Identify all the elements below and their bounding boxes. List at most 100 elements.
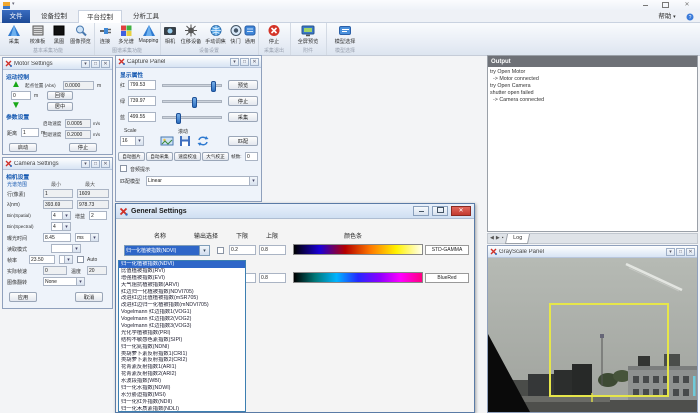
readmode-dropdown[interactable] (51, 244, 81, 253)
red-slider-thumb[interactable] (211, 81, 216, 92)
connect-button[interactable]: 连接 (95, 24, 115, 45)
combo-dropdown-arrow-icon[interactable]: ▾ (199, 246, 209, 255)
stop-button[interactable]: 停止 (263, 24, 285, 45)
list-item[interactable]: Vogelmann 红边指数3(VOG3) (119, 323, 245, 330)
bin-spectral-dropdown[interactable]: 4 (51, 222, 71, 231)
green-band-input[interactable]: 739.97 (128, 96, 156, 106)
output-log[interactable]: try Open Motor -> Motor connected try Op… (490, 69, 695, 229)
camera-apply-button[interactable]: 应用 (9, 292, 37, 302)
green-slider-thumb[interactable] (192, 97, 197, 108)
list-item[interactable]: Vogelmann 红边指数2(VOG2) (119, 316, 245, 323)
upper-limit-input-row1[interactable]: 0.8 (259, 245, 286, 255)
list-item[interactable]: 类胡萝卜素反射指数2(CRI2) (119, 357, 245, 364)
panel-menu-button[interactable] (230, 58, 239, 66)
gain-input[interactable]: 2 (89, 211, 107, 220)
refresh-icon[interactable] (196, 135, 210, 147)
auto-image-button[interactable]: 自动图片 (118, 152, 145, 161)
panel-close-button[interactable] (686, 248, 695, 256)
bin-spatial-dropdown[interactable]: 4 (51, 211, 71, 220)
model-select-button[interactable]: 模型选择 (330, 24, 360, 45)
return-speed-value[interactable]: 0.2000 (65, 130, 91, 139)
tab-file[interactable]: 文件 (2, 10, 30, 23)
panel-pin-button[interactable] (91, 160, 100, 168)
output-checkbox-row1[interactable] (217, 247, 224, 254)
list-item[interactable]: 比值植被指数(RVI) (119, 268, 245, 275)
list-item[interactable]: 改进红边比值植被指数(mSR705) (119, 295, 245, 302)
list-item[interactable]: 归一化水指数(NDWI) (119, 385, 245, 392)
list-item[interactable]: 水分胁迫指数(MSI) (119, 392, 245, 399)
general-device-button[interactable]: 通用 (243, 24, 257, 45)
capture-stop-button[interactable]: 停止 (228, 96, 258, 106)
help-menu[interactable]: 帮助 ▾ (652, 10, 682, 23)
camera-panel-titlebar[interactable]: Camera Settings (3, 158, 112, 170)
output-panel-header[interactable]: Output (488, 56, 697, 67)
multispectral-button[interactable]: 多光谱 (115, 24, 137, 45)
center-button[interactable]: 居中 (47, 102, 73, 111)
step-distance-input[interactable]: 0 (11, 91, 31, 100)
auto-capture-button[interactable]: 自动采集 (146, 152, 173, 161)
red-band-input[interactable]: 799.53 (128, 80, 156, 90)
tab-log[interactable]: Log (504, 234, 529, 244)
preview-image-icon[interactable] (160, 135, 174, 147)
framerate-input[interactable]: 23.50 (29, 255, 55, 264)
dialog-titlebar[interactable]: General Settings ✕ (116, 204, 474, 219)
camera-cancel-button[interactable]: 取消 (75, 292, 103, 302)
minimize-button[interactable] (638, 2, 652, 9)
list-item[interactable]: 光化学植被指数(PRI) (119, 330, 245, 337)
scroll-right-icon[interactable]: ▶ (496, 233, 500, 244)
exposure-unit-dropdown[interactable]: ms (75, 233, 99, 242)
lower-limit-input-row1[interactable]: 0.2 (229, 245, 256, 255)
close-button[interactable]: ✕ (680, 2, 694, 9)
auto-framerate-checkbox[interactable] (77, 256, 84, 263)
grayscale-panel-titlebar[interactable]: GrayScale Panel (488, 246, 697, 258)
colorbar-name-row1[interactable]: STD-GAMMA (425, 245, 469, 255)
motor-panel-titlebar[interactable]: Motor Settings (3, 58, 112, 70)
list-item[interactable]: 归一化木质素指数(NDLI) (119, 406, 245, 412)
red-band-slider[interactable] (162, 84, 222, 87)
jog-down-arrow-icon[interactable] (11, 101, 21, 111)
home-button[interactable]: 回零 (47, 91, 73, 100)
list-item[interactable]: Vogelmann 红边指数1(VOG1) (119, 309, 245, 316)
dialog-maximize-button[interactable] (432, 206, 448, 216)
panel-pin-button[interactable] (91, 60, 100, 68)
blue-slider-thumb[interactable] (176, 113, 181, 124)
start-speed-value[interactable]: 0.0005 (65, 119, 91, 128)
capture-save-button[interactable]: 采集 (228, 112, 258, 122)
panel-pin-button[interactable] (240, 58, 249, 66)
panel-menu-button[interactable] (81, 60, 90, 68)
exposure-input[interactable]: 8.45 (43, 233, 71, 242)
list-item[interactable]: 归一化氮指数(NDNI) (119, 344, 245, 351)
blue-band-slider[interactable] (162, 116, 222, 119)
panel-pin-button[interactable] (676, 248, 685, 256)
green-band-slider[interactable] (162, 100, 222, 103)
panel-close-button[interactable] (101, 160, 110, 168)
panel-close-button[interactable] (101, 60, 110, 68)
fullscreen-preview-button[interactable]: 全屏预览 (293, 24, 323, 45)
blue-band-input[interactable]: 499.55 (128, 112, 156, 122)
framerate-dropdown[interactable] (59, 255, 73, 264)
save-disk-icon[interactable] (178, 135, 192, 147)
motor-start-button[interactable]: 启动 (9, 143, 37, 152)
panel-menu-button[interactable] (81, 160, 90, 168)
jog-up-arrow-icon[interactable] (11, 80, 21, 90)
audio-prompt-checkbox[interactable] (120, 165, 127, 172)
restore-button[interactable] (658, 2, 672, 9)
manual-focus-button[interactable]: 手动调焦 (203, 24, 228, 45)
dialog-minimize-button[interactable] (413, 206, 429, 216)
scroll-left-icon[interactable]: ◀ (490, 233, 494, 244)
colorbar-name-row2[interactable]: BlueRed (425, 273, 469, 283)
start-position-value[interactable]: 0.0000 (63, 81, 94, 90)
image-preview-button[interactable]: 图像预览 (68, 24, 93, 45)
preview-button[interactable]: 预览 (228, 80, 258, 90)
speed-calibration-button[interactable]: 速度校准 (174, 152, 201, 161)
list-item[interactable]: 水波段指数(WBI) (119, 378, 245, 385)
help-icon[interactable]: ? (686, 13, 694, 21)
index-name-combo[interactable]: 归一化植被指数(NDVI) ▾ (124, 245, 210, 256)
camera-device-button[interactable]: 相机 (161, 24, 179, 45)
distance-input[interactable]: 1 (21, 128, 39, 137)
dialog-close-button[interactable]: ✕ (451, 206, 471, 216)
match-button[interactable]: 匹配 (228, 136, 258, 146)
capture-button[interactable]: 采集 (3, 24, 25, 45)
shutter-button[interactable]: 快门 (228, 24, 243, 45)
list-item[interactable]: 结构不敏感色素指数(SIPI) (119, 337, 245, 344)
